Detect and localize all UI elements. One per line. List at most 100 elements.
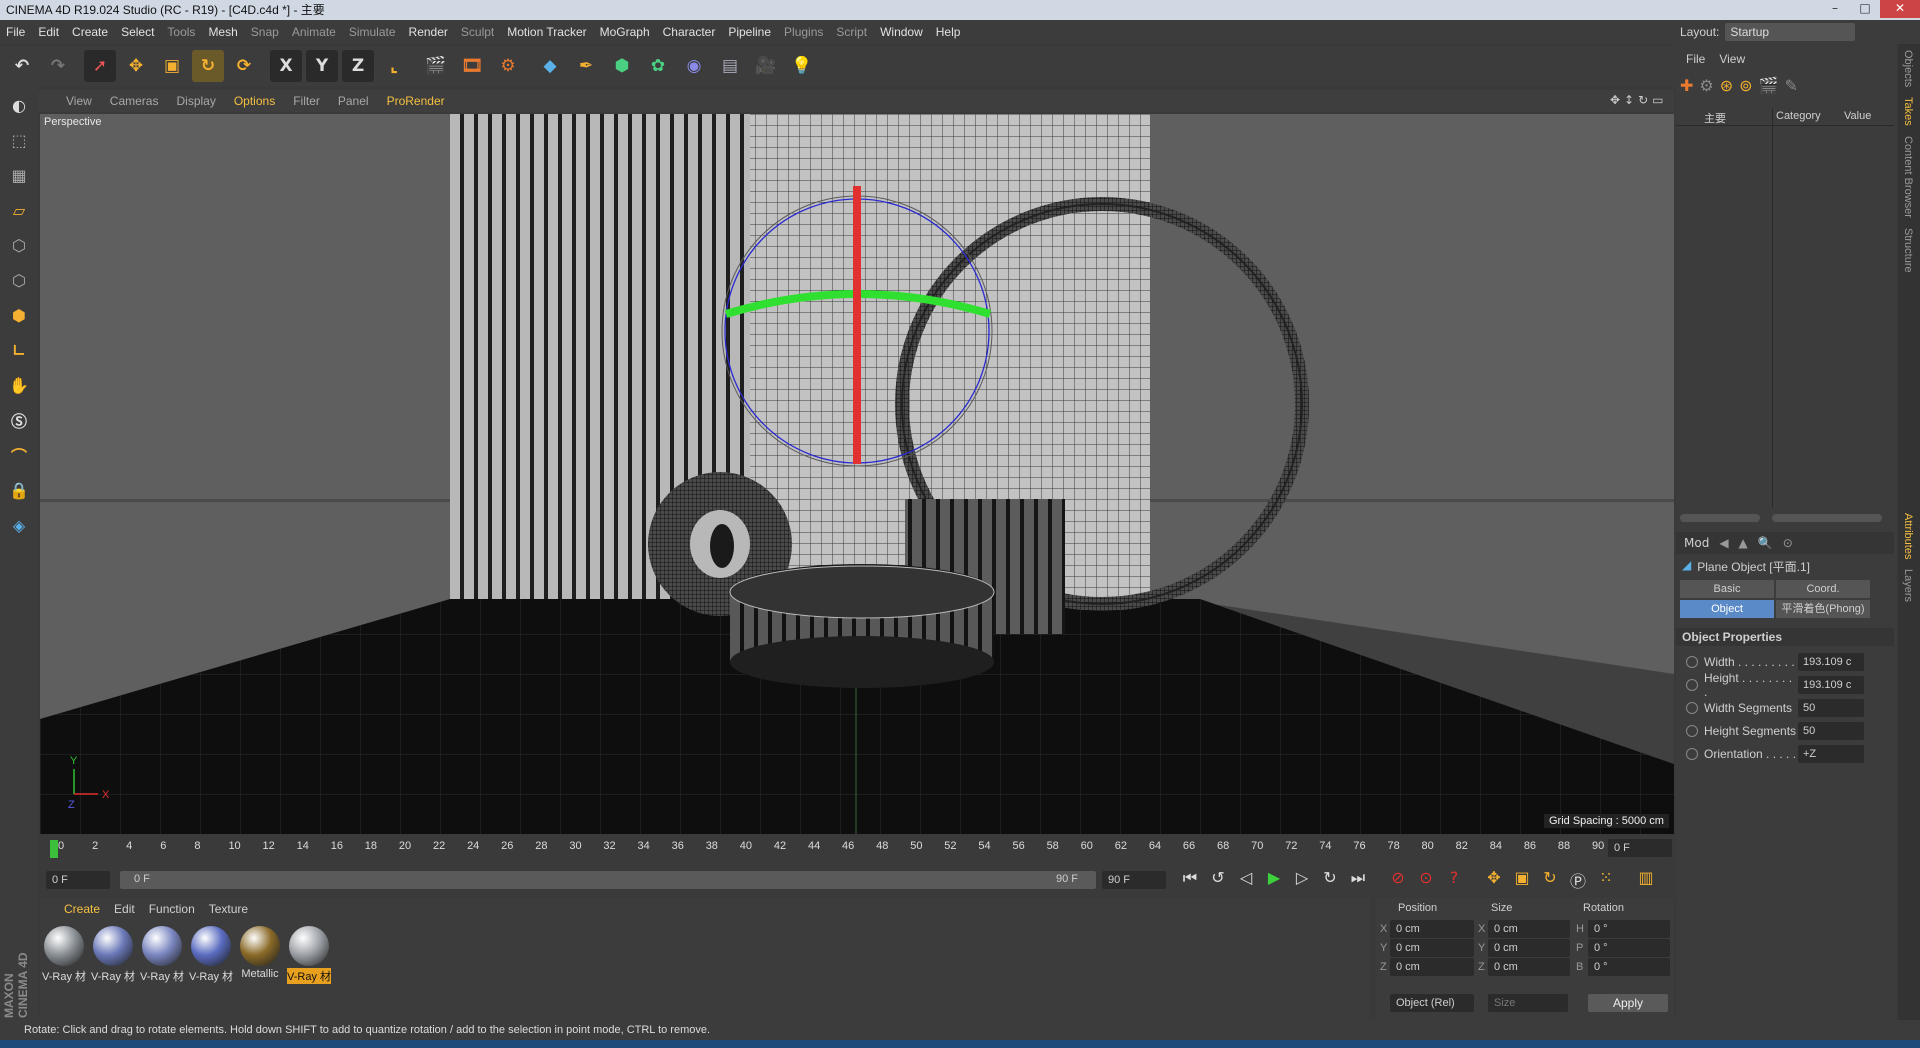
camera-icon[interactable]: 🎥: [750, 50, 782, 82]
pen-spline-icon[interactable]: ✒: [570, 50, 602, 82]
attribute-value-field[interactable]: 193.109 c: [1798, 675, 1864, 694]
material-swatch[interactable]: V-Ray 材: [42, 926, 86, 984]
menu-render[interactable]: Render: [409, 25, 448, 39]
tab-phong[interactable]: 平滑着色(Phong): [1776, 600, 1870, 618]
cloner-icon[interactable]: ✿: [642, 50, 674, 82]
points-mode-icon[interactable]: ⬡: [3, 229, 35, 261]
coord-size-field[interactable]: 0 cm: [1488, 939, 1570, 957]
search-icon[interactable]: 🔍: [1758, 536, 1773, 550]
tree-root-item[interactable]: 主要: [1704, 110, 1726, 126]
up-arrow-icon[interactable]: ▲: [1739, 536, 1748, 550]
attribute-value-field[interactable]: +Z: [1798, 744, 1864, 763]
select-arrow-icon[interactable]: ➚: [84, 50, 116, 82]
menu-simulate[interactable]: Simulate: [349, 25, 396, 39]
minimize-icon[interactable]: –: [1820, 0, 1850, 18]
tab-object[interactable]: Object: [1680, 600, 1774, 618]
animate-radio-icon[interactable]: [1686, 724, 1698, 737]
coord-size-dropdown[interactable]: Size: [1488, 994, 1568, 1012]
move-icon[interactable]: ✥: [120, 50, 152, 82]
viewport-menu-display[interactable]: Display: [176, 94, 215, 108]
render-picture-viewer-icon[interactable]: 🎞: [456, 50, 488, 82]
menu-mograph[interactable]: MoGraph: [600, 25, 650, 39]
animate-radio-icon[interactable]: [1686, 678, 1698, 691]
objects-menu-file[interactable]: File: [1686, 52, 1705, 66]
record-keys-icon[interactable]: ⊘: [1384, 868, 1412, 892]
model-mode-icon[interactable]: ⬚: [3, 124, 35, 156]
material-swatch[interactable]: V-Ray 材: [287, 926, 331, 984]
xref-icon[interactable]: ⊛: [1720, 76, 1733, 104]
vtab-attributes[interactable]: Attributes: [1902, 513, 1914, 559]
viewport-menu-filter[interactable]: Filter: [293, 94, 320, 108]
vtab-objects[interactable]: Objects: [1902, 50, 1914, 87]
key-parameter-icon[interactable]: Ⓟ: [1564, 868, 1592, 892]
planar-workplane-icon[interactable]: ◈: [3, 509, 35, 541]
coord-position-field[interactable]: 0 cm: [1390, 958, 1474, 976]
coord-rotation-field[interactable]: 0 °: [1588, 939, 1670, 957]
menu-sculpt[interactable]: Sculpt: [461, 25, 494, 39]
go-to-end-icon[interactable]: ⏭: [1344, 868, 1372, 892]
material-menu-create[interactable]: Create: [64, 902, 100, 916]
menu-mesh[interactable]: Mesh: [208, 25, 237, 39]
menu-animate[interactable]: Animate: [292, 25, 336, 39]
light-icon[interactable]: 💡: [786, 50, 818, 82]
recent-tool-icon[interactable]: ⟳: [228, 50, 260, 82]
material-swatch[interactable]: V-Ray 材: [189, 926, 233, 984]
attributes-mode-menu[interactable]: Mod: [1684, 536, 1709, 550]
viewport-menu-options[interactable]: Options: [234, 94, 275, 108]
maximize-icon[interactable]: □: [1850, 0, 1880, 18]
prev-frame-icon[interactable]: ◁: [1232, 868, 1260, 892]
key-scale-icon[interactable]: ▣: [1508, 868, 1536, 892]
apply-button[interactable]: Apply: [1588, 994, 1668, 1012]
layout-dropdown[interactable]: Startup: [1725, 23, 1856, 41]
objects-scrollbar-h[interactable]: [1680, 514, 1760, 522]
attribute-value-field[interactable]: 50: [1798, 721, 1864, 740]
redo-icon[interactable]: ↷: [42, 50, 74, 82]
animate-radio-icon[interactable]: [1686, 747, 1698, 760]
coordinate-system-icon[interactable]: ⌞: [378, 50, 410, 82]
menu-window[interactable]: Window: [880, 25, 923, 39]
character-icon[interactable]: ⊚: [1739, 76, 1752, 104]
material-swatch[interactable]: Metallic: [238, 926, 282, 984]
make-editable-icon[interactable]: ◐: [3, 89, 35, 121]
brush-icon[interactable]: ✎: [1784, 76, 1797, 104]
viewport-menu-cameras[interactable]: Cameras: [110, 94, 159, 108]
coord-size-field[interactable]: 0 cm: [1488, 958, 1570, 976]
tweak-mode-icon[interactable]: ✋: [3, 369, 35, 401]
render-view-icon[interactable]: 🎬: [420, 50, 452, 82]
material-menu-texture[interactable]: Texture: [209, 902, 248, 916]
material-menu-function[interactable]: Function: [149, 902, 195, 916]
end-frame-field[interactable]: 90 F: [1102, 871, 1166, 889]
x-axis-lock-icon[interactable]: X: [270, 50, 302, 82]
material-swatch[interactable]: V-Ray 材: [140, 926, 184, 984]
attribute-value-field[interactable]: 50: [1798, 698, 1864, 717]
animate-radio-icon[interactable]: [1686, 701, 1698, 714]
attribute-value-field[interactable]: 193.109 c: [1798, 652, 1864, 671]
coord-size-field[interactable]: 0 cm: [1488, 920, 1570, 938]
menu-tools[interactable]: Tools: [167, 25, 195, 39]
menu-motion-tracker[interactable]: Motion Tracker: [507, 25, 586, 39]
prev-key-icon[interactable]: ↺: [1204, 868, 1232, 892]
deformer-icon[interactable]: ◉: [678, 50, 710, 82]
floor-icon[interactable]: ▤: [714, 50, 746, 82]
snap-icon[interactable]: Ⓢ: [3, 404, 35, 436]
menu-file[interactable]: File: [6, 25, 25, 39]
coord-position-field[interactable]: 0 cm: [1390, 939, 1474, 957]
timeline-ruler[interactable]: 0 2 4 6 8 10 12 14 16 18 20 22 24 26 28 30 32 34 36 38 40 42 4…: [40, 836, 1674, 860]
go-to-start-icon[interactable]: ⏮: [1176, 868, 1204, 892]
timeline-window-icon[interactable]: ▥: [1632, 868, 1660, 892]
back-arrow-icon[interactable]: ◀: [1719, 536, 1728, 550]
menu-character[interactable]: Character: [663, 25, 716, 39]
menu-script[interactable]: Script: [836, 25, 867, 39]
category-scrollbar-h[interactable]: [1772, 514, 1882, 522]
viewport-menu-panel[interactable]: Panel: [338, 94, 369, 108]
cube-primitive-icon[interactable]: ◆: [534, 50, 566, 82]
coord-rotation-field[interactable]: 0 °: [1588, 920, 1670, 938]
animate-radio-icon[interactable]: [1686, 655, 1698, 668]
coord-mode-dropdown[interactable]: Object (Rel): [1390, 994, 1474, 1012]
start-frame-field[interactable]: 0 F: [46, 871, 110, 889]
viewport-menu-prorender[interactable]: ProRender: [387, 94, 445, 108]
scale-icon[interactable]: ▣: [156, 50, 188, 82]
axis-mode-icon[interactable]: ∟: [3, 334, 35, 366]
menu-plugins[interactable]: Plugins: [784, 25, 823, 39]
vtab-structure[interactable]: Structure: [1902, 228, 1914, 273]
